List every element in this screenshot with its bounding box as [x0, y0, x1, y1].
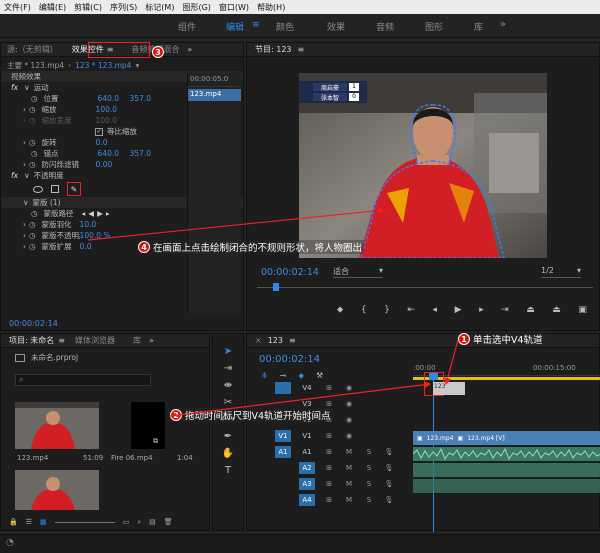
arrow-4 [87, 207, 386, 241]
status-bar: ◔ [0, 534, 600, 553]
annotation-arrows [87, 207, 459, 417]
arrow-1 [444, 339, 459, 386]
arrow-2 [169, 381, 432, 417]
status-icon: ◔ [6, 538, 14, 548]
